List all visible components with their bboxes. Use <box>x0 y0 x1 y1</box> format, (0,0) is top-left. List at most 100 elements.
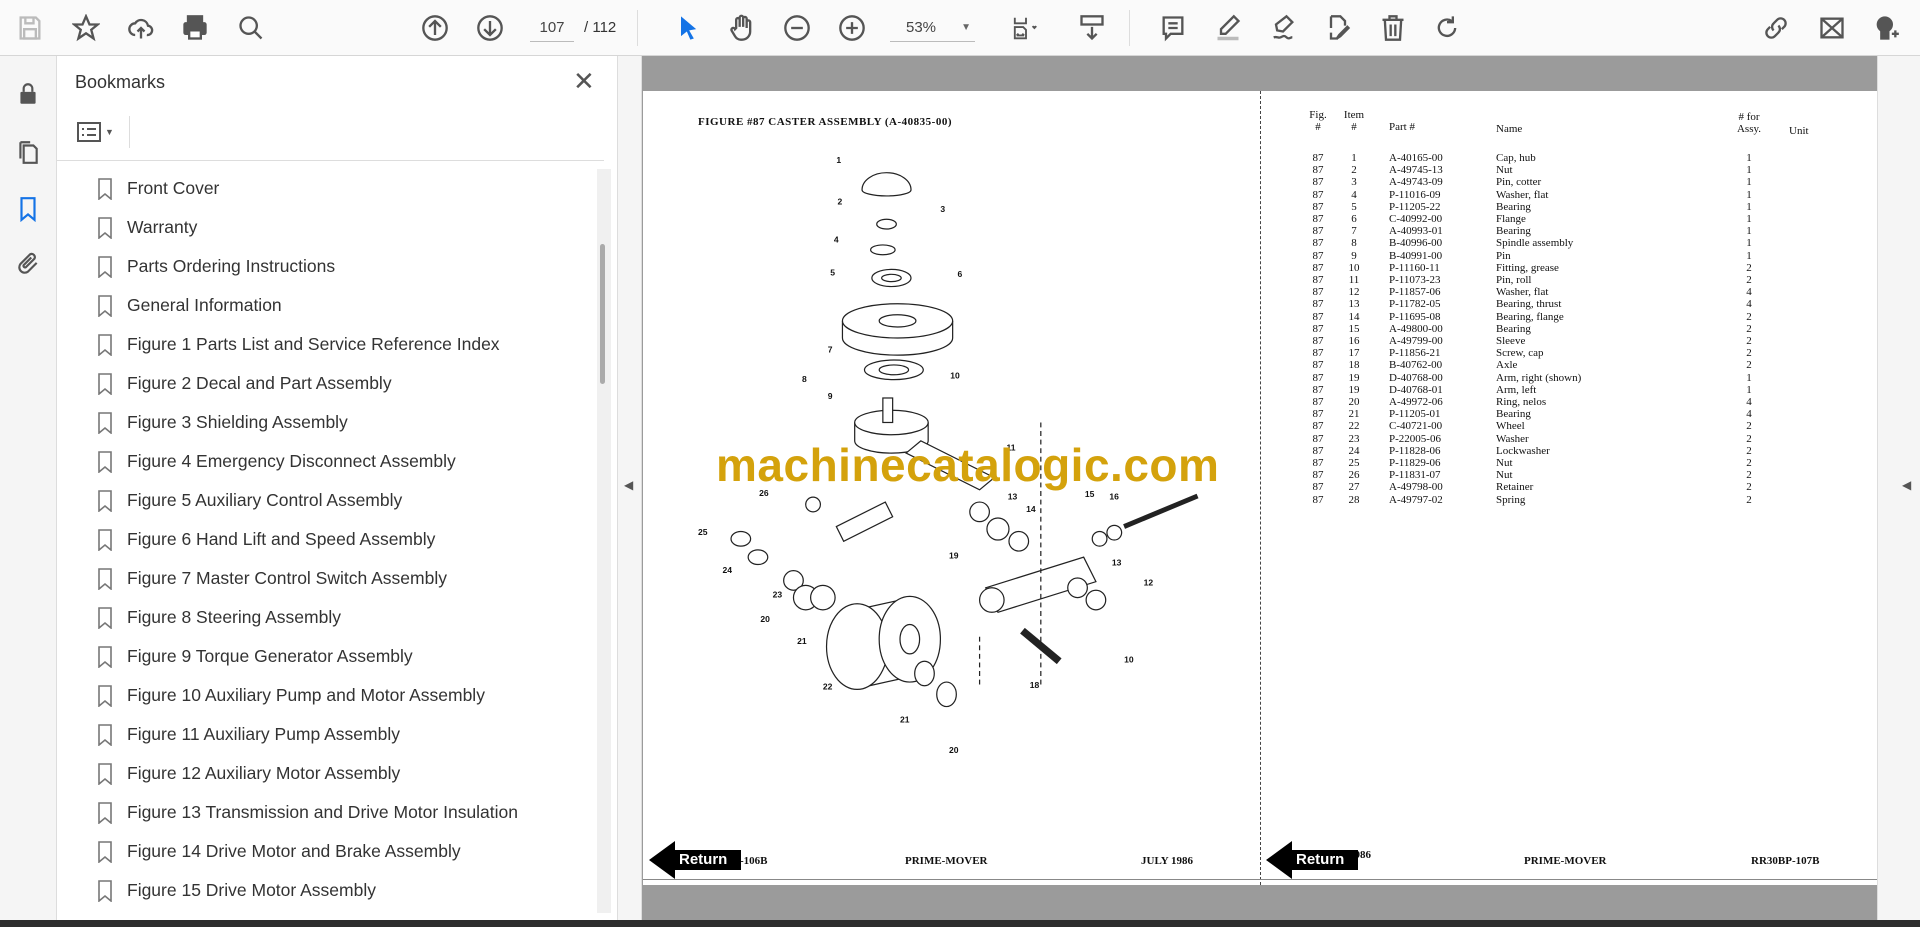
bookmarks-scrollbar[interactable] <box>597 169 611 913</box>
bookmark-item[interactable]: Warranty <box>93 208 593 247</box>
cell-fig: 87 <box>1312 493 1324 506</box>
cell-qty: 2 <box>1746 322 1752 335</box>
cell-qty: 1 <box>1746 371 1752 384</box>
fit-page-icon[interactable] <box>1004 12 1048 44</box>
cell-name: Spring <box>1496 493 1526 506</box>
bookmark-item[interactable]: Figure 15 Drive Motor Assembly <box>93 871 593 910</box>
close-icon[interactable]: ✕ <box>573 66 595 97</box>
cell-fig: 87 <box>1312 444 1324 457</box>
cell-part-number: P-11160-11 <box>1389 261 1440 274</box>
cell-item: 7 <box>1351 225 1357 238</box>
bookmark-item[interactable]: Parts Ordering Instructions <box>93 247 593 286</box>
cell-fig: 87 <box>1312 396 1324 408</box>
rotate-icon[interactable] <box>1431 12 1463 44</box>
hand-tool-icon[interactable] <box>726 12 758 44</box>
bookmark-icon <box>98 177 112 200</box>
bookmark-options-button[interactable]: ▼ <box>77 118 125 146</box>
highlight-icon[interactable] <box>1212 12 1244 44</box>
select-tool-icon[interactable] <box>672 12 704 44</box>
list-options-icon <box>77 122 101 142</box>
bookmark-item[interactable]: Figure 9 Torque Generator Assembly <box>93 637 593 676</box>
collapse-panel-handle[interactable]: ◀ <box>618 56 642 920</box>
cell-part-number: P-11016-09 <box>1389 188 1441 201</box>
cell-name: Bearing <box>1496 322 1531 335</box>
cell-fig: 87 <box>1312 237 1324 250</box>
cell-item: 21 <box>1348 408 1360 421</box>
right-pane-handle[interactable]: ◀ <box>1877 56 1920 920</box>
header-qty-assy: Assy. <box>1736 123 1762 135</box>
cloud-upload-icon[interactable] <box>125 12 157 44</box>
cell-fig: 87 <box>1312 371 1324 384</box>
bookmark-item[interactable]: Figure 1 Parts List and Service Referenc… <box>93 325 593 364</box>
cell-part-number: P-11205-22 <box>1389 200 1441 213</box>
header-item-hash: # <box>1351 121 1357 133</box>
chevron-left-icon[interactable]: ◀ <box>1902 478 1911 492</box>
cell-part-number: P-11782-05 <box>1389 298 1441 311</box>
page-thumbnails-icon[interactable] <box>13 137 43 167</box>
trash-icon[interactable] <box>1377 12 1409 44</box>
cell-item: 3 <box>1351 176 1357 189</box>
cell-fig: 87 <box>1312 298 1324 311</box>
bookmark-item[interactable]: Figure 10 Auxiliary Pump and Motor Assem… <box>93 676 593 715</box>
cell-part-number: A-49798-00 <box>1389 481 1443 494</box>
bookmark-item[interactable]: Figure 13 Transmission and Drive Motor I… <box>93 793 593 832</box>
return-button[interactable]: Return <box>649 841 741 879</box>
cell-name: Retainer <box>1496 481 1534 494</box>
comment-icon[interactable] <box>1157 12 1189 44</box>
page-number-input[interactable]: 107 <box>530 14 574 42</box>
cell-fig: 87 <box>1312 152 1324 164</box>
return-button[interactable]: Return <box>1266 841 1358 879</box>
bookmark-item[interactable]: Figure 8 Steering Assembly <box>93 598 593 637</box>
star-icon[interactable] <box>70 12 102 44</box>
zoom-out-icon[interactable] <box>781 12 813 44</box>
cell-item: 17 <box>1348 347 1360 360</box>
bookmark-icon <box>98 684 112 707</box>
bookmark-item[interactable]: Figure 14 Drive Motor and Brake Assembly <box>93 832 593 871</box>
bookmark-item[interactable]: General Information <box>93 286 593 325</box>
cell-fig: 87 <box>1312 359 1324 372</box>
bookmark-icon <box>98 450 112 473</box>
next-page-icon[interactable] <box>474 12 506 44</box>
cell-part-number: A-49972-06 <box>1389 396 1443 408</box>
edit-pdf-icon[interactable] <box>1322 12 1354 44</box>
bookmarks-icon[interactable] <box>13 194 43 224</box>
attachments-icon[interactable] <box>13 249 43 279</box>
bookmark-label: Figure 10 Auxiliary Pump and Motor Assem… <box>127 685 485 705</box>
cell-item: 22 <box>1348 420 1360 433</box>
bookmark-item[interactable]: Figure 5 Auxiliary Control Assembly <box>93 481 593 520</box>
previous-page-icon[interactable] <box>419 12 451 44</box>
bookmark-item[interactable]: Figure 12 Auxiliary Motor Assembly <box>93 754 593 793</box>
email-icon[interactable] <box>1816 12 1848 44</box>
cell-name: Lockwasher <box>1496 444 1550 457</box>
add-user-icon[interactable] <box>1870 12 1902 44</box>
bookmark-item[interactable]: Figure 2 Decal and Part Assembly <box>93 364 593 403</box>
share-link-icon[interactable] <box>1760 12 1792 44</box>
cell-fig: 87 <box>1312 469 1324 482</box>
lock-icon[interactable] <box>13 79 43 109</box>
bookmark-item[interactable]: Figure 4 Emergency Disconnect Assembly <box>93 442 593 481</box>
print-icon[interactable] <box>179 12 211 44</box>
bookmark-item[interactable]: Figure 11 Auxiliary Pump Assembly <box>93 715 593 754</box>
bookmark-item[interactable]: Figure 3 Shielding Assembly <box>93 403 593 442</box>
bookmark-item[interactable]: Front Cover <box>93 169 593 208</box>
bookmark-item[interactable]: Figure 6 Hand Lift and Speed Assembly <box>93 520 593 559</box>
search-icon[interactable] <box>235 12 267 44</box>
save-icon[interactable] <box>14 12 46 44</box>
zoom-in-icon[interactable] <box>836 12 868 44</box>
right-footer-title: PRIME-MOVER <box>1524 855 1607 867</box>
bookmark-label: Front Cover <box>127 178 220 198</box>
chevron-left-icon[interactable]: ◀ <box>624 478 633 492</box>
header-name: Name <box>1496 123 1523 135</box>
scrollbar-thumb[interactable] <box>600 244 605 384</box>
table-row: 87 21 P-11205-01 Bearing 4 <box>1303 408 1823 420</box>
return-label: Return <box>1296 851 1345 868</box>
zoom-select[interactable]: 53% ▼ <box>890 14 975 42</box>
sign-icon[interactable] <box>1267 12 1299 44</box>
cell-qty: 4 <box>1746 286 1752 299</box>
cell-fig: 87 <box>1312 286 1324 299</box>
bookmark-item[interactable]: Figure 7 Master Control Switch Assembly <box>93 559 593 598</box>
divider <box>57 160 604 161</box>
cell-name: Bearing, thrust <box>1496 298 1562 311</box>
scroll-mode-icon[interactable] <box>1076 12 1108 44</box>
cell-part-number: C-40721-00 <box>1389 420 1443 433</box>
